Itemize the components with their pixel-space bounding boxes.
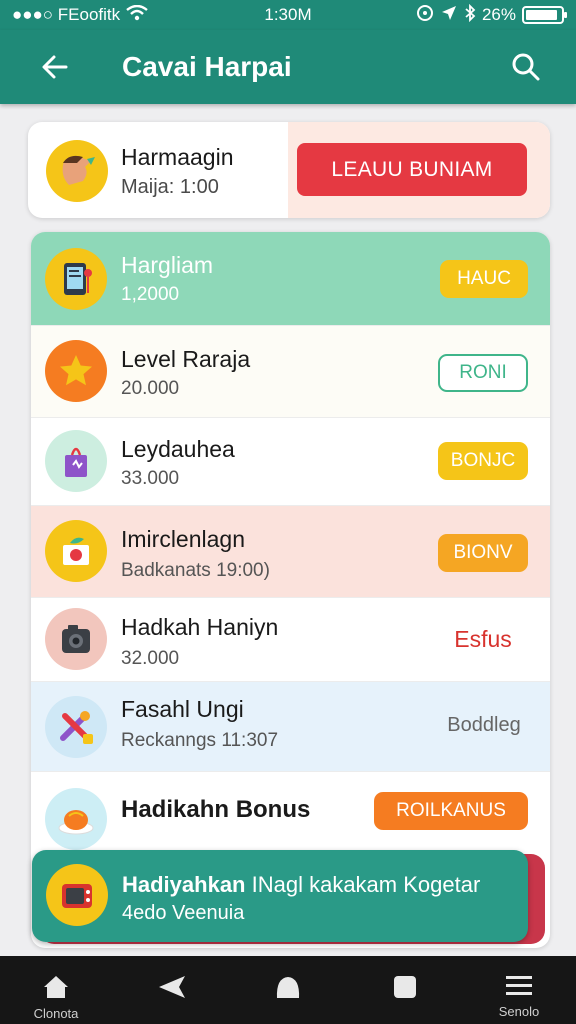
star-icon [45, 340, 107, 402]
list-item[interactable]: Level Raraja 20.000 RONI [31, 326, 550, 418]
carrier-label: ●●●○ FEoofitk [12, 5, 121, 24]
item-action-button[interactable]: HAUC [440, 260, 528, 298]
item-action-button[interactable]: ROILKANUS [374, 792, 528, 830]
back-icon [159, 976, 185, 998]
card-subtitle: Maija: 1:00 [121, 176, 219, 198]
list-item[interactable]: Hadikahn Bonus ROILKANUS [31, 772, 550, 862]
circle-icon [276, 977, 300, 998]
banner-title: Hadiyahkan INagl kakakam Kogetar [122, 872, 480, 898]
location-icon [440, 4, 458, 27]
nav-label: Senolo [498, 1004, 540, 1019]
home-icon [44, 976, 68, 998]
card-title: Harmaagin [121, 144, 234, 170]
reward-list: Hargliam 1,2000 HAUC Level Raraja 20.000… [31, 232, 550, 948]
nav-home[interactable]: Clonota [11, 956, 101, 1024]
item-action-button[interactable]: BONJC [438, 442, 528, 480]
nav-label: Clonota [33, 1006, 79, 1021]
square-icon [394, 976, 416, 998]
item-action-button[interactable]: Esfus [438, 620, 528, 658]
list-item[interactable]: Leydauhea 33.000 BONJC [31, 418, 550, 506]
page-title: Cavai Harpai [122, 51, 292, 82]
camera-icon [45, 608, 107, 670]
item-subtitle: 32.000 [121, 648, 180, 669]
avatar [46, 140, 108, 202]
app-bar: Cavai Harpai [0, 30, 576, 104]
item-action-button[interactable]: RONI [438, 354, 528, 392]
alarm-icon [416, 4, 434, 27]
item-subtitle: 1,2000 [121, 284, 180, 305]
list-item[interactable]: Fasahl Ungi Reckanngs 11:307 Boddleg [31, 682, 550, 772]
item-title: Hargliam [121, 252, 214, 278]
item-action-button[interactable]: BIONV [438, 534, 528, 572]
battery-level-fill [526, 10, 557, 20]
banner-title-bold: Hadiyahkan [122, 872, 246, 897]
banner-title-rest: INagl kakakam Kogetar [245, 872, 481, 897]
menu-icon [506, 976, 532, 995]
status-bar: ●●●○ FEoofitk 1:30M 26% [0, 0, 576, 30]
item-action-button[interactable]: Boddleg [436, 706, 532, 744]
item-subtitle: Badkanats 19:00) [121, 560, 270, 581]
item-title: Level Raraja [121, 346, 251, 372]
battery-icon [522, 6, 567, 24]
arrow-left-icon [42, 55, 68, 79]
item-subtitle: Reckanngs 11:307 [121, 730, 279, 751]
person-icon [62, 155, 95, 185]
bottom-navigation: Clonota Senolo [0, 956, 576, 1024]
bluetooth-icon [464, 3, 476, 27]
featured-card[interactable]: Harmaagin Maija: 1:00 LEAUU BUNIAM [28, 122, 550, 218]
search-icon [512, 53, 540, 81]
tv-icon [46, 864, 108, 926]
food-plate-icon [45, 788, 107, 850]
nav-menu[interactable]: Senolo [474, 956, 564, 1024]
tools-icon [45, 696, 107, 758]
list-item[interactable]: Imirclenlagn Badkanats 19:00) BIONV [31, 506, 550, 598]
battery-percent: 26% [481, 5, 516, 24]
gift-bag-icon [45, 430, 107, 492]
nav-home-circle[interactable] [243, 956, 333, 1024]
item-title: Hadikahn Bonus [121, 796, 311, 823]
item-title: Hadkah Haniyn [121, 614, 279, 640]
back-button[interactable] [26, 38, 84, 96]
fruit-box-icon [45, 520, 107, 582]
nav-recents[interactable] [360, 956, 450, 1024]
clock-time: 1:30M [264, 5, 312, 24]
item-title: Imirclenlagn [121, 526, 245, 552]
item-title: Fasahl Ungi [121, 696, 244, 722]
phone-icon [45, 248, 107, 310]
list-item[interactable]: Hargliam 1,2000 HAUC [31, 232, 550, 326]
item-subtitle: 20.000 [121, 378, 180, 399]
nav-back[interactable] [128, 956, 218, 1024]
search-button[interactable] [498, 39, 554, 95]
list-item[interactable]: Hadkah Haniyn 32.000 Esfus [31, 598, 550, 682]
wifi-icon [126, 4, 148, 26]
banner-subtitle: 4edo Veenuia [122, 902, 245, 924]
primary-cta-button[interactable]: LEAUU BUNIAM [297, 143, 527, 196]
item-subtitle: 33.000 [121, 468, 180, 489]
notification-banner[interactable]: Hadiyahkan INagl kakakam Kogetar 4edo Ve… [32, 850, 528, 942]
item-title: Leydauhea [121, 436, 235, 462]
